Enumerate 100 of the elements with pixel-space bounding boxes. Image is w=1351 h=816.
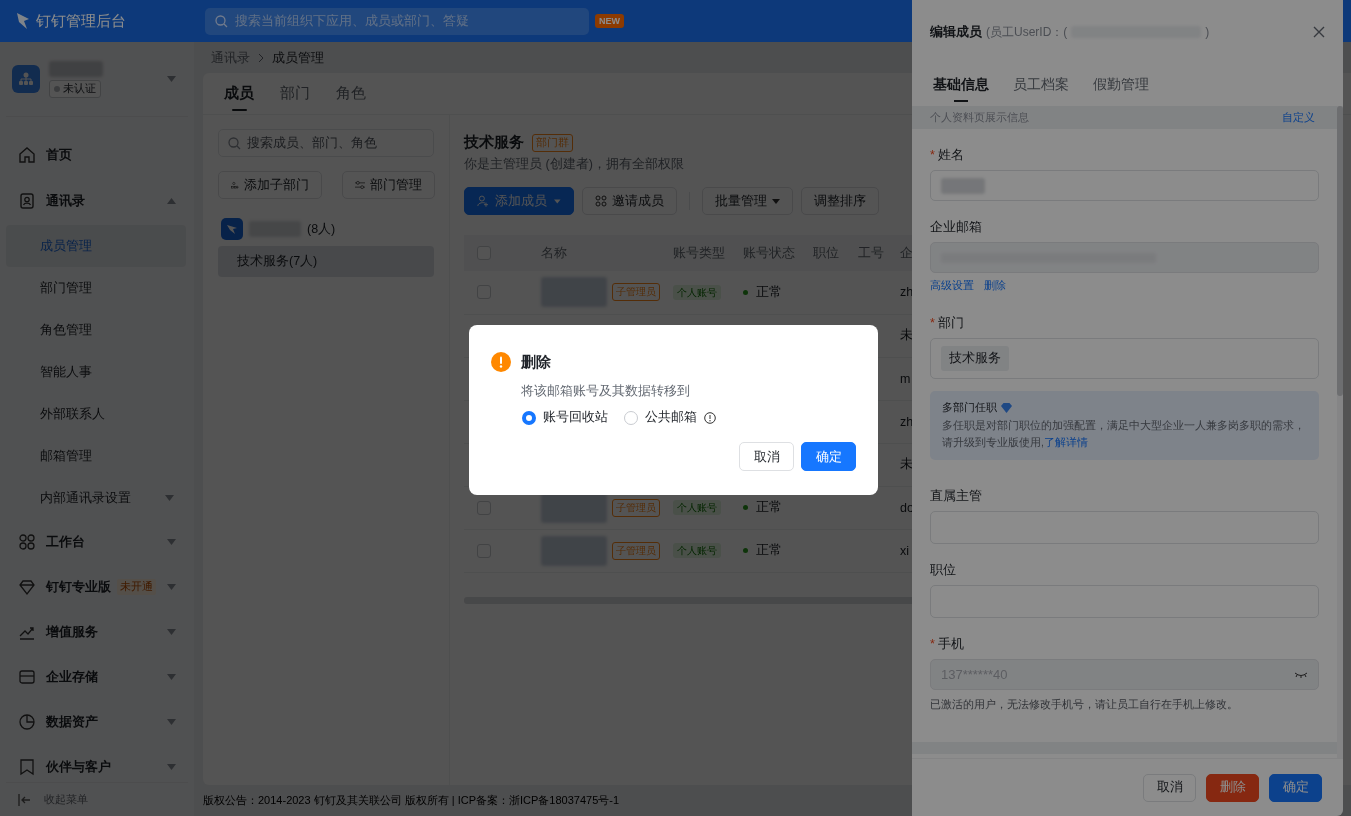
- nav-item[interactable]: 首页: [0, 132, 194, 177]
- radio[interactable]: [522, 410, 536, 425]
- dialog-title: 删除: [521, 352, 551, 372]
- caret-icon: [167, 718, 176, 725]
- search-icon: [228, 136, 241, 150]
- org-icon: [12, 65, 40, 93]
- footer-button[interactable]: 删除: [1206, 773, 1259, 802]
- role-tag: 子管理员: [612, 498, 660, 517]
- nav-subitem[interactable]: 邮箱管理: [6, 435, 186, 477]
- help-text: 已激活的用户，无法修改手机号，请让员工自行在手机上修改。: [930, 698, 1239, 712]
- dept-title: 技术服务: [464, 133, 524, 152]
- caret-icon: [167, 583, 176, 590]
- nav-subitem[interactable]: 智能人事: [6, 351, 186, 393]
- nav-icon: [18, 712, 36, 731]
- dept-tag: 技术服务: [941, 346, 1009, 371]
- field-label: 直属主管: [930, 487, 982, 505]
- status-text: 正常: [743, 542, 782, 559]
- nav-subitem[interactable]: 内部通讯录设置: [6, 477, 186, 519]
- caret-icon: [167, 76, 176, 82]
- table-cell: 未: [900, 328, 913, 342]
- grid-icon: [595, 195, 607, 207]
- action-button[interactable]: 邀请成员: [582, 187, 677, 215]
- link[interactable]: 高级设置: [930, 279, 974, 293]
- nav-item[interactable]: 通讯录: [0, 177, 194, 225]
- dept-manage-button[interactable]: 部门管理: [342, 171, 435, 199]
- nav-subitem[interactable]: 角色管理: [6, 309, 186, 351]
- diamond-icon: [1001, 402, 1012, 413]
- nav-icon: [18, 667, 36, 686]
- field-label: 姓名: [937, 146, 964, 164]
- nav-item[interactable]: 钉钉专业版 未开通: [0, 564, 194, 609]
- radio[interactable]: [624, 410, 638, 425]
- link[interactable]: 删除: [984, 279, 1006, 293]
- table-cell: 未: [900, 457, 913, 471]
- nav-item[interactable]: 企业存储: [0, 654, 194, 699]
- close-icon[interactable]: [1313, 26, 1325, 38]
- chevron-icon: [258, 52, 264, 63]
- field-label: 手机: [937, 635, 964, 653]
- info-icon: [704, 411, 716, 424]
- footer-button[interactable]: 确定: [1269, 773, 1322, 802]
- learn-more-link[interactable]: 了解详情: [1043, 436, 1088, 448]
- copyright-text: 版权公告：2014-2023 钉钉及其关联公司 版权所有 | ICP备案：浙ICP备18037475号-1: [203, 793, 620, 808]
- nav-icon: [18, 532, 36, 551]
- status-text: 正常: [743, 499, 782, 516]
- required-mark: *: [930, 148, 935, 162]
- radio-option[interactable]: 账号回收站: [522, 409, 608, 426]
- dialog-button[interactable]: 确定: [801, 442, 856, 471]
- footer-button[interactable]: 取消: [1143, 773, 1196, 802]
- add-user-icon: [477, 194, 489, 208]
- tree-node[interactable]: (8人): [307, 220, 336, 238]
- action-button[interactable]: 添加成员: [464, 187, 574, 215]
- status-text: 正常: [743, 283, 782, 301]
- table-cell: zh: [900, 285, 914, 300]
- breadcrumb-link[interactable]: 成员管理: [272, 48, 324, 67]
- field-label: 企业邮箱: [930, 218, 982, 236]
- required-mark: *: [930, 637, 935, 651]
- warning-icon: [491, 352, 511, 372]
- customize-link[interactable]: 自定义: [1282, 110, 1315, 125]
- select-field[interactable]: 技术服务: [930, 338, 1319, 379]
- new-badge: NEW: [595, 14, 624, 28]
- nav-item[interactable]: 伙伴与客户: [0, 744, 194, 782]
- role-tag: 子管理员: [612, 283, 660, 302]
- org-logo-icon: [221, 218, 243, 240]
- caret-icon: [167, 628, 176, 635]
- caret-icon: [167, 538, 176, 545]
- radio-option[interactable]: 公共邮箱: [624, 409, 716, 426]
- caret-icon: [167, 198, 176, 204]
- role-tag: 子管理员: [612, 541, 660, 560]
- tab[interactable]: 员工档案: [1013, 64, 1069, 106]
- userid-label: (员工UserID：(: [986, 23, 1068, 41]
- plan-badge: 未开通: [117, 578, 156, 595]
- drawer-title: 编辑成员: [930, 23, 982, 41]
- dialog-button[interactable]: 取消: [739, 442, 794, 471]
- search-icon: [215, 14, 228, 28]
- tab[interactable]: 基础信息: [933, 64, 989, 106]
- nav-subitem[interactable]: 成员管理: [6, 225, 186, 267]
- nav-item[interactable]: 增值服务: [0, 609, 194, 654]
- tab[interactable]: 成员: [224, 73, 254, 114]
- caret-icon: [554, 198, 561, 204]
- caret-icon: [167, 763, 176, 770]
- nav-icon: [18, 145, 36, 164]
- field-label: 职位: [930, 561, 956, 579]
- notice-title: 多部门任职: [942, 400, 997, 415]
- table-cell: zh: [900, 414, 914, 429]
- action-button[interactable]: 批量管理: [702, 187, 793, 215]
- nav-icon: [18, 577, 36, 596]
- action-button[interactable]: 调整排序: [801, 187, 879, 215]
- tree-node[interactable]: 技术服务(7人): [218, 246, 434, 277]
- dialog-message: 将该邮箱账号及其数据转移到: [521, 383, 691, 400]
- userid-label: ): [1205, 25, 1210, 39]
- required-mark: *: [930, 316, 935, 330]
- table-cell: m: [900, 371, 911, 386]
- caret-icon: [165, 495, 174, 501]
- table-cell: xi: [900, 543, 910, 558]
- eye-closed-icon[interactable]: [1294, 671, 1308, 678]
- tab[interactable]: 假勤管理: [1093, 64, 1149, 106]
- nav-item[interactable]: 数据资产: [0, 699, 194, 744]
- add-subdept-button[interactable]: 添加子部门: [218, 171, 322, 199]
- nav-subitem[interactable]: 外部联系人: [6, 393, 186, 435]
- field-label: 部门: [937, 314, 964, 332]
- nav-item[interactable]: 工作台: [0, 519, 194, 564]
